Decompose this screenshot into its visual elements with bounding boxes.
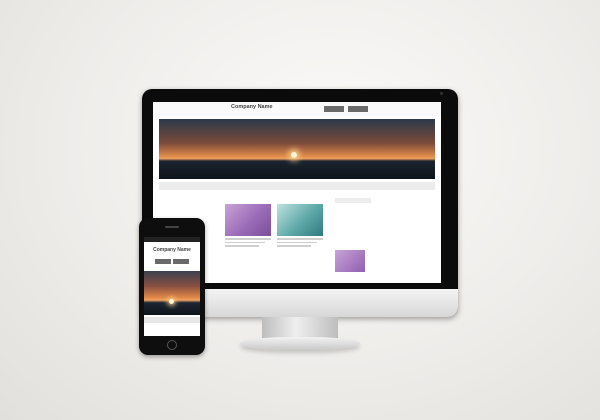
smartphone: Company Name: [139, 218, 205, 355]
home-button-icon[interactable]: [167, 340, 177, 350]
header-button-2[interactable]: [348, 106, 368, 112]
post-card-2[interactable]: [277, 204, 323, 247]
main-nav: [159, 182, 435, 190]
teal-water-image[interactable]: [277, 204, 323, 236]
phone-site-logo[interactable]: Company Name: [144, 247, 200, 253]
site-logo[interactable]: Company Name: [231, 104, 273, 110]
phone-button-1[interactable]: [155, 259, 171, 264]
hero-image-sunset: [159, 119, 435, 179]
phone-button-2[interactable]: [173, 259, 189, 264]
phone-hero-image-sunset: [144, 271, 200, 315]
purple-flower-image[interactable]: [225, 204, 271, 236]
site-header: Company Name: [153, 102, 441, 116]
phone-nav-bar[interactable]: [144, 317, 200, 323]
sidebar-title: [335, 198, 371, 203]
phone-status-bar: [144, 237, 200, 242]
camera-icon: [440, 92, 443, 95]
sidebar-purple-image[interactable]: [335, 250, 365, 272]
header-button-1[interactable]: [324, 106, 344, 112]
speaker-icon: [165, 226, 179, 228]
monitor-stand-base: [240, 337, 360, 350]
phone-sun-icon: [169, 299, 174, 304]
monitor-stand-neck: [262, 317, 338, 339]
phone-screen: Company Name: [144, 237, 200, 336]
post-card-1[interactable]: [225, 204, 271, 247]
sun-icon: [291, 152, 297, 158]
